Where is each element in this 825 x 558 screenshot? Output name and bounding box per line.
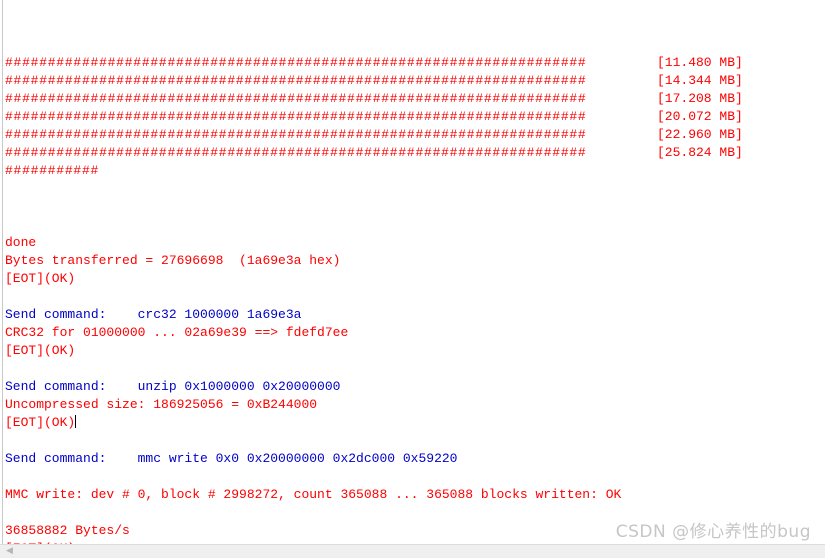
console-line-text: done <box>5 235 37 250</box>
console-line: [EOT](OK) <box>0 342 825 360</box>
progress-hash-text: ########################################… <box>5 73 587 88</box>
console-line: [EOT](OK) <box>0 270 825 288</box>
progress-hash-text: ########################################… <box>5 91 587 106</box>
progress-hash-row: ########### <box>0 162 825 180</box>
console-line <box>0 432 825 450</box>
horizontal-scrollbar[interactable]: ◀ <box>0 544 825 558</box>
progress-hash-text: ########################################… <box>5 55 587 70</box>
console-line <box>0 468 825 486</box>
console-line-text: Uncompressed size: 186925056 = 0xB244000 <box>5 397 318 412</box>
transfer-size-stamp: [22.960 MB] <box>657 127 743 142</box>
console-line: Send command: crc32 1000000 1a69e3a <box>0 306 825 324</box>
console-line-text <box>0 468 13 486</box>
progress-hash-row: ########################################… <box>0 108 825 126</box>
progress-hash-text: ########### <box>5 163 100 178</box>
console-line: 36858882 Bytes/s <box>0 522 825 540</box>
progress-hash-text: ########################################… <box>5 127 587 142</box>
terminal-window: ########################################… <box>0 0 825 558</box>
scroll-left-arrow-icon[interactable]: ◀ <box>4 546 15 557</box>
console-line <box>0 504 825 522</box>
console-line: MMC write: dev # 0, block # 2998272, cou… <box>0 486 825 504</box>
text-cursor <box>75 415 77 428</box>
progress-hash-row: ########################################… <box>0 72 825 90</box>
console-line: Bytes transferred = 27696698 (1a69e3a he… <box>0 252 825 270</box>
console-line-text: Send command: crc32 1000000 1a69e3a <box>5 307 302 322</box>
console-line-text: 36858882 Bytes/s <box>5 523 130 538</box>
console-line-text: Bytes transferred = 27696698 (1a69e3a he… <box>5 253 341 268</box>
progress-hash-row: ########################################… <box>0 126 825 144</box>
console-line: Uncompressed size: 186925056 = 0xB244000 <box>0 396 825 414</box>
console-line-text: MMC write: dev # 0, block # 2998272, cou… <box>5 487 622 502</box>
transfer-progress-rows: ########################################… <box>0 54 825 180</box>
transfer-size-stamp: [20.072 MB] <box>657 109 743 124</box>
console-line: Send command: mmc write 0x0 0x20000000 0… <box>0 450 825 468</box>
console-line: CRC32 for 01000000 ... 02a69e39 ==> fdef… <box>0 324 825 342</box>
transfer-size-stamp: [17.208 MB] <box>657 91 743 106</box>
progress-hash-text: ########################################… <box>5 145 587 160</box>
console-line-text <box>0 504 13 522</box>
console-log-lines: done Bytes transferred = 27696698 (1a69e3… <box>0 234 825 545</box>
progress-hash-row: ########################################… <box>0 54 825 72</box>
console-line: [EOT](OK) <box>0 414 825 432</box>
console-line-text: Send command: unzip 0x1000000 0x20000000 <box>5 379 341 394</box>
console-line-text <box>0 288 13 306</box>
transfer-size-stamp: [25.824 MB] <box>657 145 743 160</box>
progress-hash-row: ########################################… <box>0 90 825 108</box>
console-line: done <box>0 234 825 252</box>
console-line-text <box>0 432 13 450</box>
console-line-text <box>0 360 13 378</box>
console-line-text: [EOT](OK) <box>5 343 76 358</box>
console-line: Send command: unzip 0x1000000 0x20000000 <box>0 378 825 396</box>
console-line <box>0 288 825 306</box>
console-line-text: CRC32 for 01000000 ... 02a69e39 ==> fdef… <box>5 325 349 340</box>
console-line <box>0 360 825 378</box>
console-line-text: [EOT](OK) <box>5 271 76 286</box>
transfer-size-stamp: [11.480 MB] <box>657 55 743 70</box>
console-line-text: [EOT](OK) <box>5 415 76 430</box>
transfer-size-stamp: [14.344 MB] <box>657 73 743 88</box>
console-line-text: Send command: mmc write 0x0 0x20000000 0… <box>5 451 458 466</box>
console-output-pane[interactable]: ########################################… <box>0 0 825 545</box>
progress-hash-text: ########################################… <box>5 109 587 124</box>
progress-hash-row: ########################################… <box>0 144 825 162</box>
